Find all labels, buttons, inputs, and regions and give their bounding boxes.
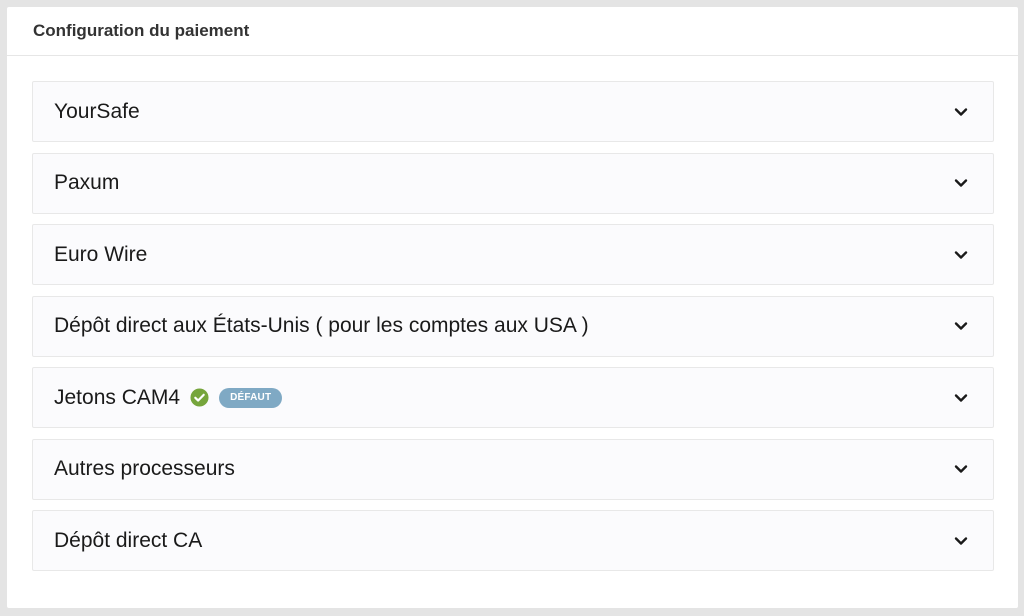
- payment-method-label: YourSafe: [54, 99, 140, 123]
- payment-method-label: Paxum: [54, 171, 120, 194]
- chevron-down-icon[interactable]: [954, 248, 968, 262]
- chevron-down-icon[interactable]: [954, 105, 968, 119]
- chevron-down-icon[interactable]: [954, 462, 968, 476]
- payment-method-other-processors[interactable]: Autres processeurs: [32, 438, 994, 500]
- payment-method-label: Euro Wire: [54, 242, 148, 266]
- payment-method-euro-wire[interactable]: Euro Wire: [32, 224, 994, 285]
- check-circle-icon: [190, 388, 209, 407]
- payment-method-us-direct-deposit[interactable]: Dépôt direct aux États-Unis ( pour les c…: [32, 295, 994, 357]
- payment-method-yoursafe[interactable]: YourSafe: [32, 81, 994, 142]
- payment-method-paxum[interactable]: Paxum: [32, 152, 994, 214]
- chevron-down-icon[interactable]: [954, 534, 968, 548]
- payment-method-ca-direct-deposit[interactable]: Dépôt direct CA: [32, 510, 994, 571]
- payment-method-label: Autres processeurs: [54, 457, 235, 480]
- payment-method-cam4-tokens[interactable]: Jetons CAM4 DÉFAUT: [32, 367, 994, 428]
- chevron-down-icon[interactable]: [954, 176, 968, 190]
- payment-method-label: Jetons CAM4: [54, 385, 181, 409]
- panel-header: Configuration du paiement: [7, 7, 1018, 56]
- payment-method-label: Dépôt direct aux États-Unis ( pour les c…: [54, 314, 589, 337]
- chevron-down-icon[interactable]: [954, 391, 968, 405]
- payment-method-label: Dépôt direct CA: [54, 528, 203, 552]
- default-badge: DÉFAUT: [219, 387, 283, 408]
- payment-config-panel: Configuration du paiement YourSafe Paxum…: [7, 7, 1018, 608]
- panel-title: Configuration du paiement: [33, 21, 250, 40]
- payment-methods-list: YourSafe Paxum Euro Wire Dépôt direct au…: [7, 56, 1018, 571]
- chevron-down-icon[interactable]: [954, 319, 968, 333]
